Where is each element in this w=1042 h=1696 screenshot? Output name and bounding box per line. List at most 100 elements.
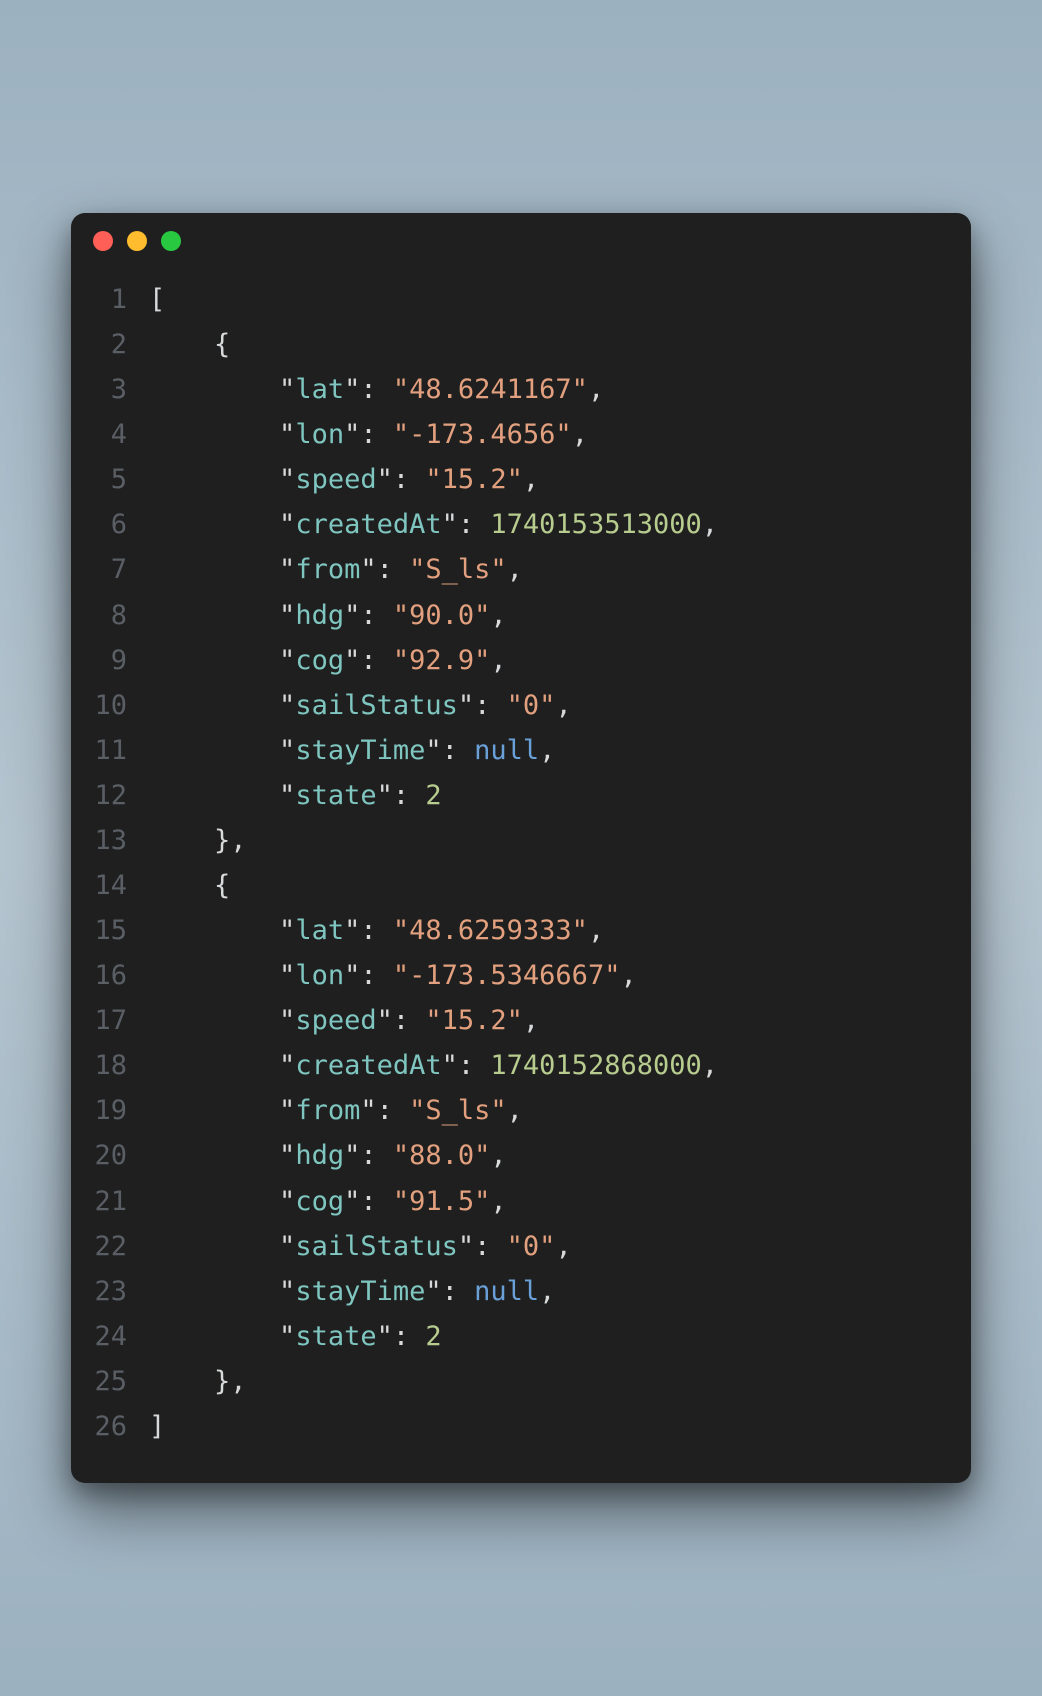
token-p: " bbox=[344, 600, 360, 631]
token-p: " bbox=[279, 1321, 295, 1352]
token-p: , bbox=[523, 464, 539, 495]
code-editor[interactable]: 1[2 {3 "lat": "48.6241167",4 "lon": "-17… bbox=[71, 269, 971, 1483]
token-p: : bbox=[360, 645, 393, 676]
line-number: 8 bbox=[71, 593, 149, 638]
token-p: " bbox=[279, 509, 295, 540]
token-s: "48.6241167" bbox=[393, 374, 588, 405]
traffic-light-zoom[interactable] bbox=[161, 231, 181, 251]
code-content: { bbox=[149, 863, 971, 908]
token-p: " bbox=[377, 1321, 393, 1352]
token-p: " bbox=[344, 960, 360, 991]
token-k: sailStatus bbox=[295, 1231, 458, 1262]
code-content: "state": 2 bbox=[149, 1314, 971, 1359]
line-number: 16 bbox=[71, 953, 149, 998]
token-k: state bbox=[295, 780, 376, 811]
token-s: "-173.4656" bbox=[393, 419, 572, 450]
code-content: ] bbox=[149, 1404, 971, 1449]
code-content: { bbox=[149, 322, 971, 367]
token-p: : bbox=[360, 1140, 393, 1171]
token-p: : bbox=[360, 600, 393, 631]
token-p: " bbox=[458, 690, 474, 721]
token-p: , bbox=[620, 960, 636, 991]
line-number: 15 bbox=[71, 908, 149, 953]
line-number: 26 bbox=[71, 1404, 149, 1449]
token-p: " bbox=[360, 1095, 376, 1126]
code-content: "from": "S_ls", bbox=[149, 547, 971, 592]
token-k: cog bbox=[295, 645, 344, 676]
token-n: 1740153513000 bbox=[490, 509, 701, 540]
token-p: " bbox=[279, 960, 295, 991]
token-p: " bbox=[425, 1276, 441, 1307]
token-p: : bbox=[360, 915, 393, 946]
traffic-light-close[interactable] bbox=[93, 231, 113, 251]
token-p: " bbox=[344, 1186, 360, 1217]
token-k: createdAt bbox=[295, 1050, 441, 1081]
code-line: 11 "stayTime": null, bbox=[71, 728, 971, 773]
token-p: ] bbox=[149, 1411, 165, 1442]
token-k: speed bbox=[295, 1005, 376, 1036]
code-line: 7 "from": "S_ls", bbox=[71, 547, 971, 592]
token-k: speed bbox=[295, 464, 376, 495]
line-number: 18 bbox=[71, 1043, 149, 1088]
token-p: : bbox=[458, 509, 491, 540]
token-p: : bbox=[360, 374, 393, 405]
token-p: " bbox=[425, 735, 441, 766]
token-k: state bbox=[295, 1321, 376, 1352]
token-s: "0" bbox=[507, 690, 556, 721]
token-p: , bbox=[572, 419, 588, 450]
token-s: "48.6259333" bbox=[393, 915, 588, 946]
token-p: " bbox=[344, 419, 360, 450]
token-k: hdg bbox=[295, 600, 344, 631]
token-p: " bbox=[279, 554, 295, 585]
token-nl: null bbox=[474, 1276, 539, 1307]
code-content: "lon": "-173.4656", bbox=[149, 412, 971, 457]
token-k: lat bbox=[295, 915, 344, 946]
code-line: 1[ bbox=[71, 277, 971, 322]
code-line: 2 { bbox=[71, 322, 971, 367]
code-content: "from": "S_ls", bbox=[149, 1088, 971, 1133]
token-n: 2 bbox=[425, 1321, 441, 1352]
token-p: : bbox=[458, 1050, 491, 1081]
token-s: "15.2" bbox=[425, 464, 523, 495]
line-number: 3 bbox=[71, 367, 149, 412]
token-s: "90.0" bbox=[393, 600, 491, 631]
line-number: 13 bbox=[71, 818, 149, 863]
code-line: 23 "stayTime": null, bbox=[71, 1269, 971, 1314]
token-p: " bbox=[279, 735, 295, 766]
traffic-light-minimize[interactable] bbox=[127, 231, 147, 251]
line-number: 20 bbox=[71, 1133, 149, 1178]
token-p: " bbox=[279, 1276, 295, 1307]
code-content: "stayTime": null, bbox=[149, 728, 971, 773]
token-p: : bbox=[377, 1095, 410, 1126]
code-content: "state": 2 bbox=[149, 773, 971, 818]
token-p: }, bbox=[214, 1366, 247, 1397]
token-p: : bbox=[442, 1276, 475, 1307]
token-p: " bbox=[442, 509, 458, 540]
line-number: 6 bbox=[71, 502, 149, 547]
token-p: " bbox=[279, 1140, 295, 1171]
code-line: 9 "cog": "92.9", bbox=[71, 638, 971, 683]
token-p: " bbox=[279, 1050, 295, 1081]
code-line: 16 "lon": "-173.5346667", bbox=[71, 953, 971, 998]
token-s: "15.2" bbox=[425, 1005, 523, 1036]
code-content: "hdg": "88.0", bbox=[149, 1133, 971, 1178]
token-p: : bbox=[474, 1231, 507, 1262]
code-content: }, bbox=[149, 818, 971, 863]
token-p: , bbox=[555, 1231, 571, 1262]
token-p: , bbox=[490, 600, 506, 631]
token-p: , bbox=[588, 915, 604, 946]
line-number: 4 bbox=[71, 412, 149, 457]
token-p: }, bbox=[214, 825, 247, 856]
code-content: "lat": "48.6259333", bbox=[149, 908, 971, 953]
code-line: 21 "cog": "91.5", bbox=[71, 1179, 971, 1224]
code-content: [ bbox=[149, 277, 971, 322]
line-number: 7 bbox=[71, 547, 149, 592]
token-p: , bbox=[490, 1186, 506, 1217]
token-p: : bbox=[393, 1005, 426, 1036]
line-number: 14 bbox=[71, 863, 149, 908]
token-p: , bbox=[702, 509, 718, 540]
token-p: , bbox=[539, 1276, 555, 1307]
token-p: " bbox=[442, 1050, 458, 1081]
token-p: " bbox=[279, 464, 295, 495]
token-p: " bbox=[279, 780, 295, 811]
